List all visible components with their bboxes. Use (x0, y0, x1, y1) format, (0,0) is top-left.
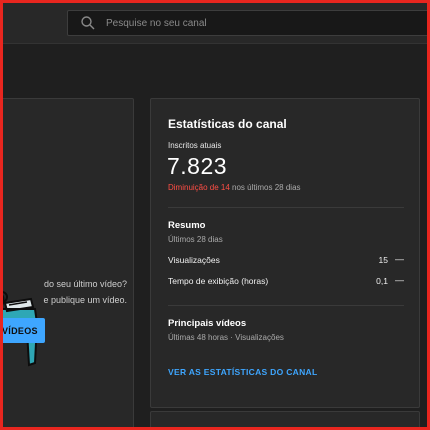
views-label: Visualizações (168, 255, 220, 265)
watch-time-label: Tempo de exibição (horas) (168, 276, 269, 286)
summary-period: Últimos 28 dias (168, 235, 223, 244)
watch-time-value: 0,1 (376, 276, 388, 286)
top-bar (0, 0, 430, 44)
divider (168, 305, 404, 306)
card-title: Estatísticas do canal (168, 117, 287, 131)
views-trend: — (395, 254, 404, 264)
videos-button[interactable]: VÍDEOS (0, 318, 45, 343)
search-box[interactable] (67, 10, 430, 36)
promo-text-line-1: do seu último vídeo? (43, 279, 127, 289)
change-period: nos últimos 28 dias (229, 183, 301, 192)
search-icon[interactable] (80, 15, 96, 31)
top-videos-period: Últimas 48 horas · Visualizações (168, 333, 284, 342)
top-videos-title: Principais vídeos (168, 318, 247, 329)
subscribers-change: Diminuição de 14 nos últimos 28 dias (168, 183, 301, 192)
promo-text-line-2: e publique um vídeo. (43, 295, 127, 305)
summary-title: Resumo (168, 220, 206, 231)
search-input[interactable] (106, 11, 426, 35)
watch-time-trend: — (395, 275, 404, 285)
divider (168, 207, 404, 208)
channel-stats-link[interactable]: VER AS ESTATÍSTICAS DO CANAL (168, 367, 317, 377)
next-card (150, 411, 420, 430)
channel-stats-card: Estatísticas do canal Inscritos atuais 7… (150, 98, 420, 408)
subscribers-count: 7.823 (167, 153, 228, 179)
latest-video-card: do seu último vídeo? e publique um vídeo… (0, 98, 134, 430)
change-amount: Diminuição de 14 (168, 183, 230, 192)
subscribers-label: Inscritos atuais (168, 141, 222, 150)
views-value: 15 (378, 255, 388, 265)
